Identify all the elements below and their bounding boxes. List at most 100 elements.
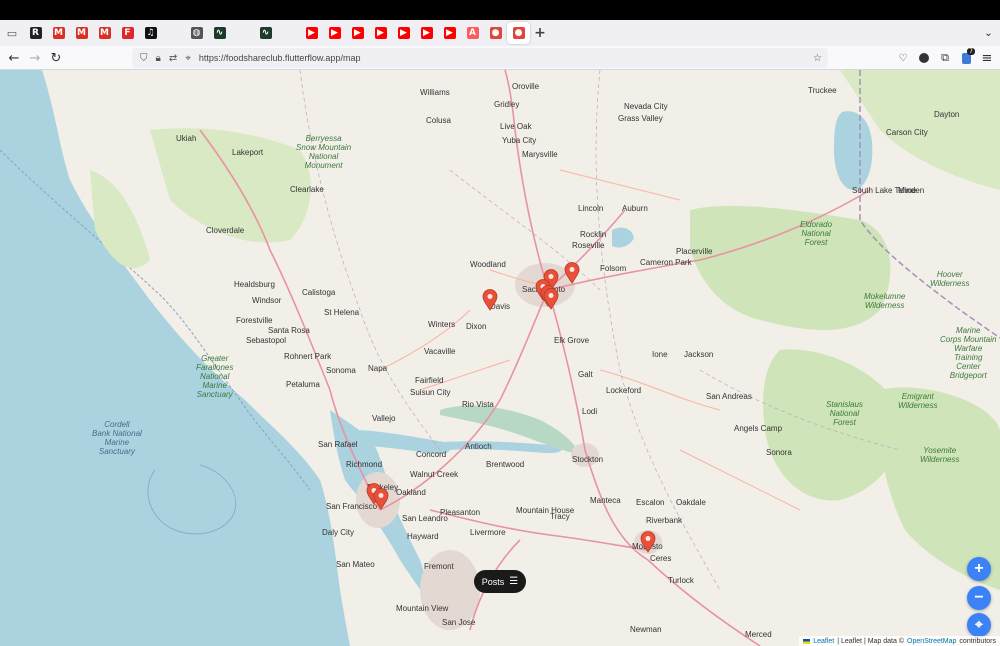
city-label: Live Oak (500, 122, 532, 131)
tab-foodshare-icon[interactable]: ● (507, 22, 530, 44)
tab-gmail-icon[interactable]: M (93, 22, 116, 44)
bookmark-star-icon[interactable]: ☆ (813, 53, 822, 64)
map-base (0, 70, 1000, 646)
tab-chart-icon[interactable]: ∿ (254, 22, 277, 44)
city-label: Placerville (676, 247, 713, 256)
extension-badge-icon[interactable]: 7 (956, 48, 976, 68)
city-label: Newman (630, 625, 662, 634)
chart-icon: ∿ (259, 27, 272, 39)
city-label: Stockton (572, 455, 604, 464)
leaflet-link[interactable]: Leaflet (813, 638, 834, 645)
city-label: Pleasanton (440, 508, 481, 517)
youtube-icon: ▶ (374, 27, 387, 39)
tab-r-icon[interactable]: R (24, 22, 47, 44)
reload-button[interactable]: ↻ (46, 48, 66, 68)
tab-flipboard-icon[interactable]: F (116, 22, 139, 44)
city-label: Petaluma (286, 380, 320, 389)
city-label: Colusa (426, 116, 451, 125)
tab-spotify-icon[interactable]: ♫ (139, 22, 162, 44)
city-label: Jackson (684, 350, 714, 359)
zoom-out-button[interactable]: − (967, 586, 991, 610)
city-label: Vacaville (424, 347, 456, 356)
map-canvas[interactable]: SacramentoWoodlandDavisDixonVacavilleFai… (0, 70, 1000, 646)
tab-overview-icon[interactable]: ▭ (0, 22, 24, 44)
city-label: Marysville (522, 150, 558, 159)
post-marker-icon[interactable] (543, 288, 559, 310)
tab-foodshare-icon[interactable]: ● (484, 22, 507, 44)
tab-youtube-icon[interactable]: ▶ (346, 22, 369, 44)
city-label: Lockeford (606, 386, 642, 395)
gmail-icon: M (98, 27, 111, 39)
tab-blank-icon[interactable] (162, 22, 185, 44)
tab-airbnb-icon[interactable]: A (461, 22, 484, 44)
city-label: Rohnert Park (284, 352, 332, 361)
foodshare-icon: ● (512, 27, 525, 39)
city-label: Dixon (466, 322, 487, 331)
tab-blank-icon[interactable] (231, 22, 254, 44)
tab-list-chevron-icon[interactable]: ⌄ (977, 22, 1000, 44)
pocket-icon[interactable]: ♡ (893, 48, 913, 68)
tab-youtube-icon[interactable]: ▶ (415, 22, 438, 44)
tab-blank-icon[interactable] (277, 22, 300, 44)
post-marker-icon[interactable] (564, 262, 580, 284)
post-marker-icon[interactable] (640, 531, 656, 553)
zoom-in-button[interactable]: + (967, 557, 991, 581)
city-label: Livermore (470, 528, 506, 537)
tab-gmail-icon[interactable]: M (70, 22, 93, 44)
url-text: https://foodshareclub.flutterflow.app/ma… (198, 53, 361, 63)
posts-button[interactable]: Posts ☰ (474, 570, 526, 593)
account-avatar[interactable] (914, 48, 934, 68)
flag-icon (803, 638, 811, 644)
locate-button[interactable]: ⌖ (967, 613, 991, 637)
extensions-icon[interactable]: ⧉ (935, 48, 955, 68)
tab-youtube-icon[interactable]: ▶ (392, 22, 415, 44)
shield-icon: ⛉ (140, 52, 148, 64)
chart-icon: ∿ (213, 27, 226, 39)
city-label: Concord (416, 450, 447, 459)
city-label: Richmond (346, 460, 383, 469)
new-tab-button[interactable]: + (530, 22, 550, 44)
map-attribution: Leaflet | Leaflet | Map data © OpenStree… (799, 636, 1000, 646)
city-label: Santa Rosa (268, 326, 310, 335)
city-label: Suisun City (410, 388, 451, 397)
extension-badge: 7 (967, 48, 975, 55)
tab-chart-icon[interactable]: ∿ (208, 22, 231, 44)
park-label: Stanislaus National Forest (826, 400, 863, 427)
city-label: Dayton (934, 110, 960, 119)
url-bar[interactable]: ⛉ 🔒︎ ⇄ ⌖ https://foodshareclub.flutterfl… (132, 48, 828, 68)
city-label: Vallejo (372, 414, 396, 423)
park-label: Yosemite Wilderness (920, 446, 960, 464)
tab-gmail-icon[interactable]: M (47, 22, 70, 44)
city-label: Cloverdale (206, 226, 245, 235)
menu-icon[interactable]: ≡ (977, 48, 997, 68)
city-label: Carson City (886, 128, 928, 137)
back-button[interactable]: ← (4, 48, 24, 68)
city-label: Walnut Creek (410, 470, 459, 479)
city-label: San Rafael (318, 440, 358, 449)
park-label: Hoover Wilderness (930, 270, 970, 288)
post-marker-icon[interactable] (373, 488, 389, 510)
city-label: Ukiah (176, 134, 197, 143)
park-label: Mokelumne Wilderness (864, 292, 906, 310)
city-label: Woodland (470, 260, 506, 269)
forward-button[interactable]: → (25, 48, 45, 68)
tab-youtube-icon[interactable]: ▶ (369, 22, 392, 44)
city-label: Rio Vista (462, 400, 494, 409)
tab-youtube-icon[interactable]: ▶ (323, 22, 346, 44)
sea-label: Cordell Bank National Marine Sanctuary (92, 420, 142, 456)
city-label: Angels Camp (734, 424, 783, 433)
city-label: Williams (420, 88, 450, 97)
gmail-icon: M (52, 27, 65, 39)
park-label: Marine Corps Mountain Warfare Training C… (940, 326, 997, 380)
tab-youtube-icon[interactable]: ▶ (300, 22, 323, 44)
post-marker-icon[interactable] (482, 289, 498, 311)
city-label: Napa (368, 364, 388, 373)
osm-link[interactable]: OpenStreetMap (907, 638, 956, 645)
youtube-icon: ▶ (305, 27, 318, 39)
city-label: Rocklin (580, 230, 607, 239)
tab-youtube-icon[interactable]: ▶ (438, 22, 461, 44)
foodshare-icon: ● (489, 27, 502, 39)
youtube-icon: ▶ (328, 27, 341, 39)
city-label: Ceres (650, 554, 672, 563)
tab-globe-icon[interactable]: ◍ (185, 22, 208, 44)
